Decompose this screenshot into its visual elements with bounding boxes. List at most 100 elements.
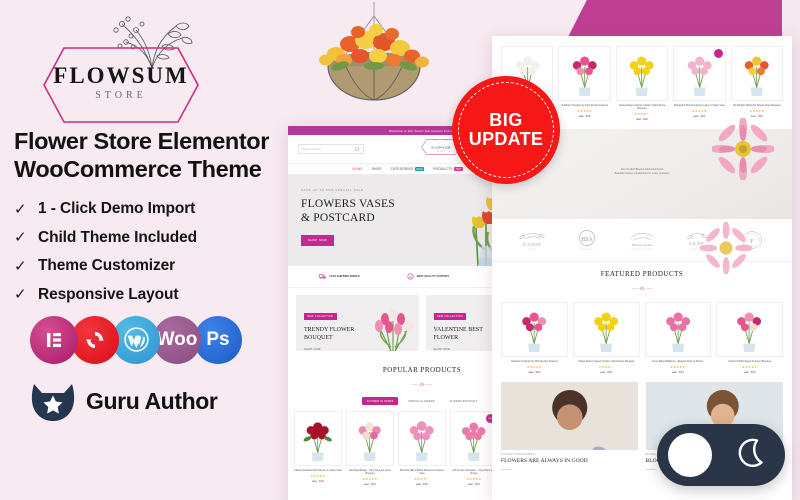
promo-title-line1: TRENDY FLOWER <box>304 327 355 333</box>
logo-subtitle: STORE <box>95 90 147 101</box>
woocommerce-label: Woo <box>156 328 198 350</box>
guru-author-label: Guru Author <box>86 388 218 415</box>
product-price: $35 $28 <box>398 482 446 486</box>
svg-text:BSA: BSA <box>581 237 593 243</box>
product-thumbnail <box>716 302 783 357</box>
photoshop-icon: Ps <box>194 315 242 364</box>
product-rating: ★★★★★ <box>742 364 758 369</box>
svg-text:FLOWER: FLOWER <box>522 243 540 247</box>
left-info-panel: FLOWSUM STORE Flower Store Elementor Woo… <box>0 0 290 500</box>
theme-mode-toggle[interactable] <box>657 424 785 486</box>
current-price: $36 <box>585 113 591 118</box>
blog-category: FLOWER ARRANGEMENT <box>501 453 537 456</box>
feature-item: ✓ Responsive Layout <box>14 286 276 304</box>
product-price: $42 $29 <box>346 482 394 486</box>
nav-item-categories[interactable]: CATEGORIES NEW <box>391 167 425 171</box>
product-card[interactable]: Wonderful Pink Designers Lilies in Glass… <box>673 46 726 121</box>
product-name: Gift Flowers Bouquet - Long Stem Pink Ro… <box>452 469 496 476</box>
sun-icon[interactable] <box>667 433 712 477</box>
nav-item-home[interactable]: HOME <box>352 167 362 171</box>
product-name: Classic Redwood Red Roses in Clear Vase <box>294 469 342 472</box>
product-card[interactable]: Yellow Roses Classic Choice Yellow Rose … <box>572 302 640 374</box>
moon-icon[interactable] <box>733 434 775 476</box>
logo-name: FLOWSUM <box>53 63 189 88</box>
pink-tulips-image <box>365 301 419 351</box>
product-card[interactable]: Yellow Roses Classic Choice Yellow Rose … <box>615 46 669 121</box>
tab-flower-in-vases[interactable]: FLOWER IN VASES <box>361 397 399 405</box>
product-name: Wonderful Pink Designers Lilies in Glass… <box>673 104 726 107</box>
product-rating: ★★★★★ <box>310 473 326 478</box>
product-name: Bombita Silk Artificial Romance Flowers … <box>399 469 445 476</box>
product-rating: ★★★★★ <box>670 364 686 369</box>
current-price: $29 <box>371 482 376 486</box>
product-name: Yellow Roses Classic Choice Yellow Rose … <box>577 360 635 363</box>
photoshop-label: Ps <box>206 328 230 350</box>
guru-author-badge-icon <box>30 382 76 422</box>
svg-text:FLOWERS: FLOWERS <box>579 249 595 251</box>
tab-spring-flowers[interactable]: SPRING FLOWERS <box>403 397 439 405</box>
product-thumbnail <box>501 302 568 357</box>
product-name: Red Bright Multicolor Speak Rose Bouquet <box>733 104 781 107</box>
announcement-text: Welcome to Our Store! Get Coupon And Up <box>389 128 455 133</box>
promo-tag: NEW COLLECTION <box>304 313 337 320</box>
promo-title-line2: BOUQUET <box>304 335 333 342</box>
product-thumbnail <box>644 302 712 357</box>
old-price: $36 <box>600 369 605 374</box>
nav-badge-new: NEW <box>414 167 425 171</box>
svg-text:FLOWER SHOP: FLOWER SHOP <box>630 249 653 251</box>
old-price: $45 <box>672 369 677 374</box>
nav-item-shop[interactable]: SHOP <box>372 167 382 171</box>
product-card[interactable]: Rose Baby Brilliance - Elegant Desk & Fl… <box>644 302 712 374</box>
promo-card[interactable]: NEW COLLECTION TRENDY FLOWER BOUQUET SHO… <box>296 295 419 351</box>
blog-meta[interactable]: Read More <box>501 469 639 471</box>
product-card[interactable]: Colorful Multicolored Summer Bouquet ★★★… <box>716 302 783 374</box>
product-card[interactable]: Bombita Silk Artificial Romance Flowers … <box>398 411 446 486</box>
old-price: $30 <box>312 478 317 483</box>
search-input[interactable]: Search products... <box>298 144 364 154</box>
product-rating: ★★★★☆ <box>598 364 614 369</box>
product-card[interactable]: Red Bright Multicolor Speak Rose Bouquet… <box>730 46 784 121</box>
product-name: Teleflora Tropical Lily Pink Recipe Flow… <box>561 104 609 107</box>
product-rating: ★★★★★ <box>749 108 765 113</box>
product-name: Colorful Multicolored Summer Bouquet <box>728 360 772 363</box>
product-card[interactable]: -20% Gift Flowers Bouquet - Long Stem Pi… <box>450 411 498 486</box>
promo-title-line2: FLOWER <box>433 335 459 342</box>
pink-gerbera-flower <box>699 221 753 275</box>
nav-item-products[interactable]: PRODUCTS HOT <box>433 167 464 171</box>
feature-item: ✓ Theme Customizer <box>14 257 276 275</box>
check-icon: ✓ <box>14 229 27 247</box>
check-icon: ✓ <box>14 286 27 304</box>
product-card[interactable]: Dazzling Beauty - Pink Roses & Lilies Bo… <box>346 411 394 486</box>
search-icon <box>355 146 360 152</box>
old-price: $39 <box>693 113 699 118</box>
logo-text: FLOWSUM STORE <box>42 63 200 101</box>
brand-logo: FLOWSUM STORE <box>14 8 276 126</box>
poster-stage: FLOWSUM STORE Flower Store Elementor Woo… <box>0 0 800 500</box>
product-card[interactable]: Classic Redwood Red Roses in Clear Vase … <box>294 411 342 486</box>
search-placeholder: Search products... <box>302 147 324 151</box>
blog-image <box>501 381 639 450</box>
product-card[interactable]: Teleflora Tropical Lily Pink Recipe Flow… <box>501 302 568 374</box>
banner-text: Your Perfect Blooms Delivered Fresh Beau… <box>582 168 702 176</box>
page-title: Flower Store Elementor WooCommerce Theme <box>14 128 269 182</box>
promo-tag: NEW COLLECTION <box>433 313 466 320</box>
current-price: $35 <box>475 482 480 486</box>
product-name: Dazzling Beauty - Pink Roses & Lilies Bo… <box>349 469 391 476</box>
feature-label: Theme Customizer <box>38 257 176 275</box>
old-price: $38 <box>528 369 534 374</box>
hero-title-line2: & POSTCARD <box>301 212 375 225</box>
current-price: $28 <box>607 369 612 374</box>
feature-label: Responsive Layout <box>38 285 179 303</box>
blog-card[interactable]: FLOWER ARRANGEMENT FLOWERS ARE ALWAYS IN… <box>501 381 639 471</box>
ornament-divider <box>412 382 432 387</box>
current-price: $40 <box>643 117 648 121</box>
big-update-badge: BIG UPDATE <box>452 76 560 184</box>
current-price: $34 <box>679 369 684 374</box>
tab-flower-bouquet[interactable]: FLOWER BOUQUET <box>445 397 482 405</box>
hero-shop-now-button[interactable]: SHOP NOW <box>301 234 335 246</box>
svg-text:Beauty Garden: Beauty Garden <box>632 243 653 247</box>
product-card[interactable]: Teleflora Tropical Lily Pink Recipe Flow… <box>558 46 611 121</box>
blog-title[interactable]: FLOWERS ARE ALWAYS IN GOOD <box>501 458 639 465</box>
featured-products-grid: Teleflora Tropical Lily Pink Recipe Flow… <box>492 296 792 374</box>
hero-title-line1: FLOWERS VASES <box>301 198 395 210</box>
